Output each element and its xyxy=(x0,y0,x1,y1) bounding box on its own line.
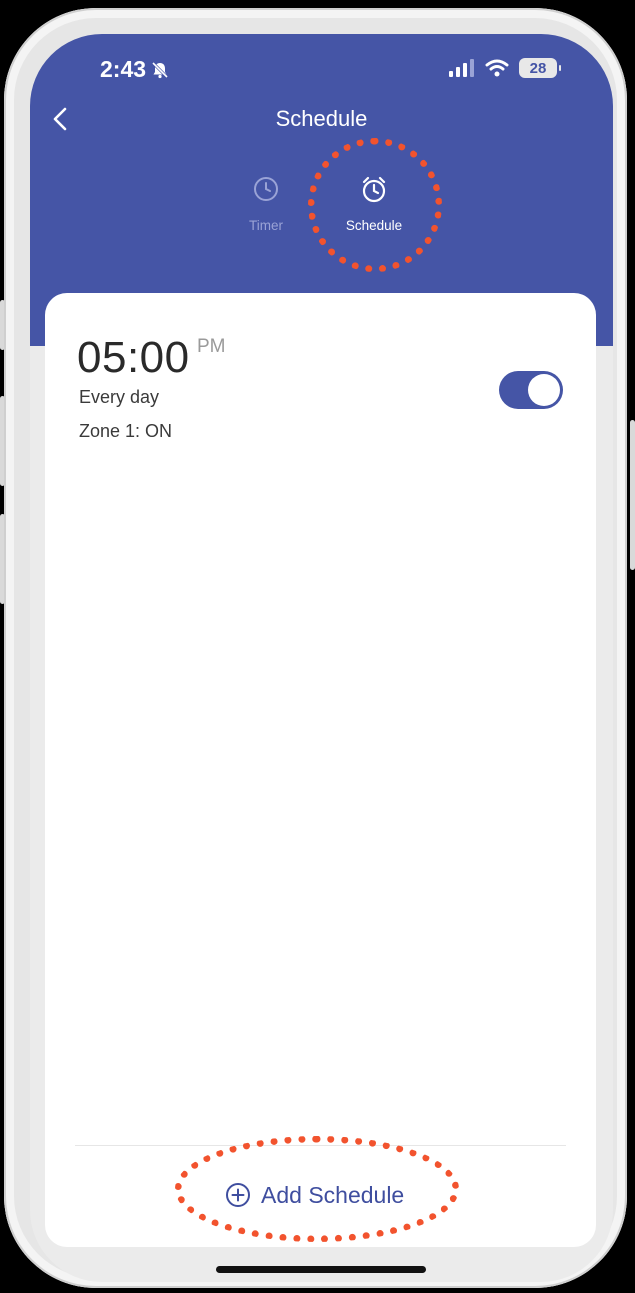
tab-timer[interactable]: Timer xyxy=(216,174,316,233)
schedule-ampm: PM xyxy=(197,336,226,357)
status-bar-right: 28 xyxy=(449,58,561,78)
tab-timer-label: Timer xyxy=(249,218,283,233)
plus-circle-icon xyxy=(226,1183,250,1207)
bell-muted-icon xyxy=(151,61,169,78)
tab-schedule[interactable]: Schedule xyxy=(324,174,424,233)
add-schedule-button[interactable]: Add Schedule xyxy=(225,1175,404,1215)
divider xyxy=(75,1145,566,1146)
wifi-icon xyxy=(485,59,509,77)
schedule-card: 05:00 PM Every day Zone 1: ON Add Schedu… xyxy=(45,293,596,1247)
app-screen: 2:43 28 Schedule Timer Schedule 05:00 PM… xyxy=(30,34,613,1282)
signal-icon xyxy=(449,59,474,77)
schedule-enable-toggle[interactable] xyxy=(499,371,563,409)
phone-frame: 2:43 28 Schedule Timer Schedule 05:00 PM… xyxy=(4,8,627,1288)
add-schedule-label: Add Schedule xyxy=(261,1181,405,1208)
battery-level: 28 xyxy=(529,59,547,77)
alarm-clock-icon xyxy=(362,176,386,203)
schedule-time[interactable]: 05:00 xyxy=(77,333,190,383)
status-time-text: 2:43 xyxy=(100,56,147,82)
side-button-power xyxy=(630,420,635,570)
home-indicator xyxy=(216,1266,426,1273)
toggle-knob xyxy=(528,374,560,406)
clock-icon xyxy=(254,177,278,201)
battery-indicator: 28 xyxy=(519,58,561,78)
status-bar-time: 2:43 xyxy=(100,56,170,83)
schedule-action: Zone 1: ON xyxy=(79,421,173,441)
page-title: Schedule xyxy=(275,106,368,131)
schedule-repeat: Every day xyxy=(79,387,160,407)
tab-schedule-label: Schedule xyxy=(345,218,403,233)
